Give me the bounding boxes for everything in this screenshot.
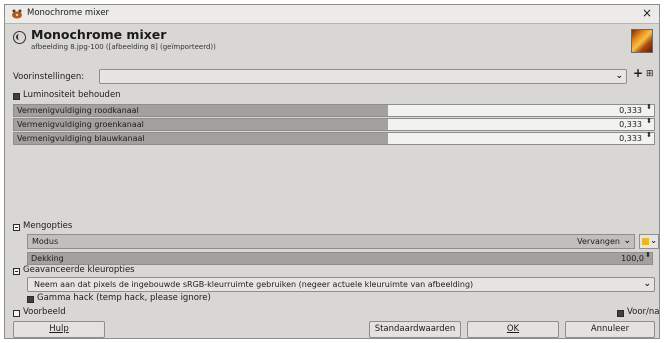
preview-label: Voorbeeld bbox=[23, 307, 66, 317]
ok-button[interactable]: OK bbox=[467, 321, 559, 338]
spin-icon[interactable]: ⬍ bbox=[646, 118, 652, 125]
mixer-icon bbox=[13, 31, 26, 44]
slider-label: Vermenigvuldiging groenkanaal bbox=[17, 120, 144, 129]
add-preset-icon[interactable]: + bbox=[633, 66, 643, 80]
gamma-hack-label: Gamma hack (temp hack, please ignore) bbox=[37, 293, 211, 303]
window-title: Monochrome mixer bbox=[27, 8, 110, 18]
slider-fill bbox=[28, 253, 652, 264]
advanced-section-label: Geavanceerde kleuropties bbox=[23, 265, 135, 275]
gamma-hack-checkbox[interactable] bbox=[27, 296, 34, 303]
close-icon[interactable]: × bbox=[642, 6, 652, 20]
mode-label: Modus bbox=[32, 237, 59, 246]
chevron-down-icon: ⌄ bbox=[643, 279, 651, 289]
slider-value: 0,333 bbox=[619, 120, 642, 129]
dialog-subtitle: afbeelding 8.jpg-100 ([afbeelding 8] (ge… bbox=[31, 43, 216, 51]
help-button[interactable]: Hulp bbox=[13, 321, 105, 338]
opacity-value: 100,0 bbox=[621, 254, 644, 263]
cancel-button[interactable]: Annuleer bbox=[565, 321, 655, 338]
spin-icon[interactable]: ⬍ bbox=[646, 132, 652, 139]
split-view-label: Voor/na bbox=[627, 307, 660, 317]
mode-value: Vervangen bbox=[577, 237, 620, 246]
green-channel-slider[interactable]: Vermenigvuldiging groenkanaal 0,333 ⬍ bbox=[13, 118, 655, 131]
presets-label: Voorinstellingen: bbox=[13, 72, 85, 82]
gimp-app-icon bbox=[12, 9, 22, 19]
monochrome-mixer-dialog: Monochrome mixer × Monochrome mixer afbe… bbox=[4, 4, 660, 339]
opacity-label: Dekking bbox=[31, 254, 64, 263]
preview-checkbox[interactable] bbox=[13, 310, 20, 317]
chevron-down-icon: ⌄ bbox=[623, 236, 631, 246]
blending-expander[interactable] bbox=[13, 224, 20, 231]
blue-channel-slider[interactable]: Vermenigvuldiging blauwkanaal 0,333 ⬍ bbox=[13, 132, 655, 145]
dialog-header: Monochrome mixer afbeelding 8.jpg-100 ([… bbox=[5, 24, 659, 66]
color-space-combo[interactable]: Neem aan dat pixels de ingebouwde sRGB-k… bbox=[27, 277, 655, 292]
composite-swatch-icon bbox=[642, 238, 649, 245]
slider-value: 0,333 bbox=[619, 134, 642, 143]
presets-combo[interactable]: ⌄ bbox=[99, 69, 627, 84]
split-view-checkbox[interactable] bbox=[617, 310, 624, 317]
chevron-down-icon: ⌄ bbox=[615, 71, 623, 81]
spin-icon[interactable]: ⬍ bbox=[645, 252, 651, 259]
reset-button[interactable]: Standaardwaarden bbox=[369, 321, 461, 338]
preserve-luminosity-checkbox[interactable] bbox=[13, 93, 20, 100]
opacity-slider[interactable]: Dekking 100,0 ⬍ bbox=[27, 252, 653, 265]
slider-label: Vermenigvuldiging blauwkanaal bbox=[17, 134, 145, 143]
advanced-expander[interactable] bbox=[13, 268, 20, 275]
mode-combo[interactable]: Modus Vervangen ⌄ bbox=[27, 234, 635, 249]
title-bar[interactable]: Monochrome mixer × bbox=[5, 5, 659, 24]
preserve-luminosity-label: Luminositeit behouden bbox=[23, 90, 121, 100]
composite-mode-button[interactable]: ⌄ bbox=[639, 234, 659, 249]
image-thumbnail bbox=[631, 29, 653, 53]
dialog-title: Monochrome mixer bbox=[31, 27, 167, 42]
preset-menu-icon[interactable]: ⊞ bbox=[646, 69, 654, 79]
slider-label: Vermenigvuldiging roodkanaal bbox=[17, 106, 139, 115]
blending-section-label: Mengopties bbox=[23, 221, 73, 231]
red-channel-slider[interactable]: Vermenigvuldiging roodkanaal 0,333 ⬍ bbox=[13, 104, 655, 117]
slider-value: 0,333 bbox=[619, 106, 642, 115]
chevron-down-icon: ⌄ bbox=[650, 236, 657, 245]
spin-icon[interactable]: ⬍ bbox=[646, 104, 652, 111]
color-space-value: Neem aan dat pixels de ingebouwde sRGB-k… bbox=[34, 280, 474, 289]
